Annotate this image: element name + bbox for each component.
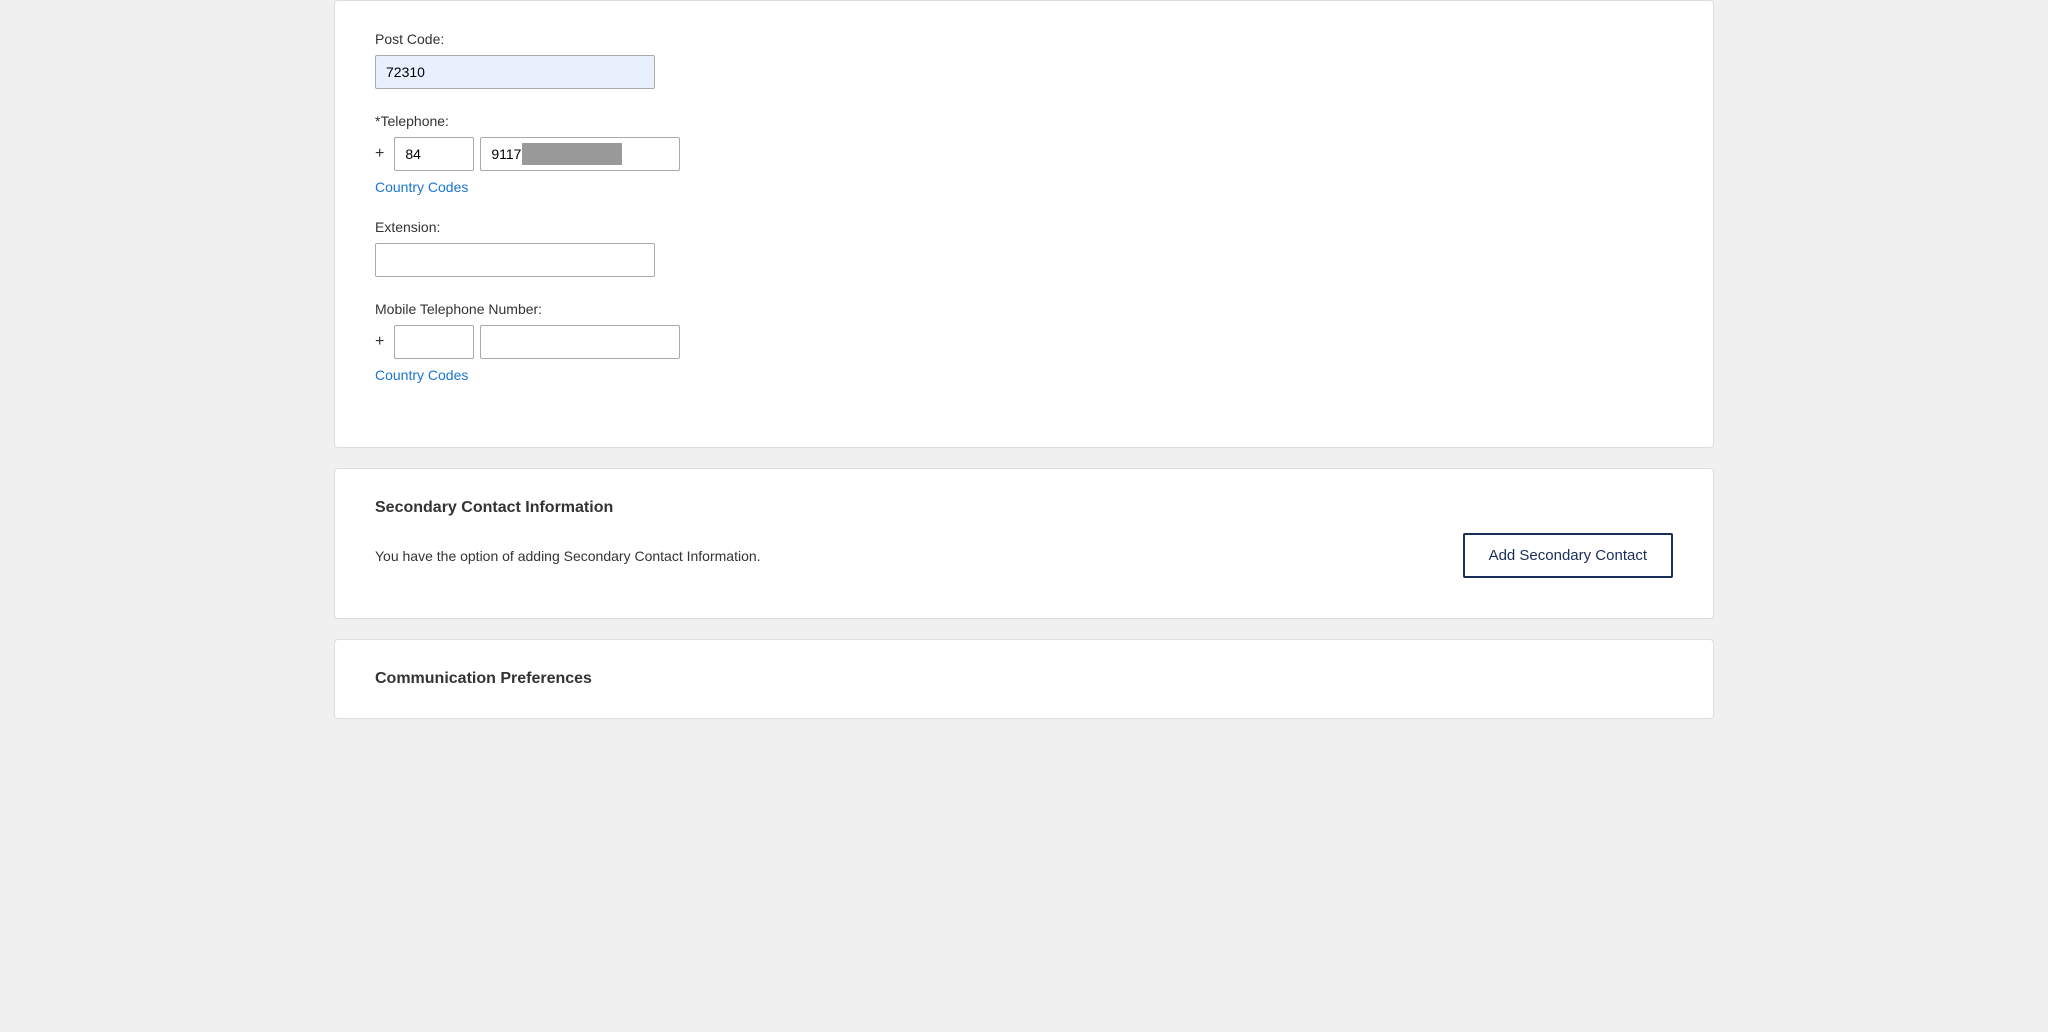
mobile-country-codes-link[interactable]: Country Codes — [375, 367, 468, 383]
telephone-group: *Telephone: + Country Codes — [375, 113, 1673, 195]
secondary-contact-description: You have the option of adding Secondary … — [375, 548, 761, 564]
postcode-input[interactable] — [375, 55, 655, 89]
communication-preferences-card: Communication Preferences — [334, 639, 1714, 719]
telephone-plus: + — [375, 145, 384, 163]
extension-group: Extension: — [375, 219, 1673, 277]
telephone-country-codes-link[interactable]: Country Codes — [375, 179, 468, 195]
secondary-contact-card: Secondary Contact Information You have t… — [334, 468, 1714, 619]
mobile-label: Mobile Telephone Number: — [375, 301, 1673, 317]
telephone-country-code-input[interactable] — [394, 137, 474, 171]
secondary-contact-title: Secondary Contact Information — [375, 499, 1673, 517]
primary-contact-card: Post Code: *Telephone: + Country Codes E… — [334, 0, 1714, 448]
extension-input[interactable] — [375, 243, 655, 277]
communication-preferences-title: Communication Preferences — [375, 670, 1673, 688]
secondary-contact-row: You have the option of adding Secondary … — [375, 533, 1673, 578]
mobile-number-input[interactable] — [480, 325, 680, 359]
postcode-label: Post Code: — [375, 31, 1673, 47]
extension-label: Extension: — [375, 219, 1673, 235]
postcode-group: Post Code: — [375, 31, 1673, 89]
telephone-label: *Telephone: — [375, 113, 1673, 129]
telephone-number-input[interactable] — [480, 137, 680, 171]
telephone-number-wrapper — [480, 137, 680, 171]
mobile-group: Mobile Telephone Number: + Country Codes — [375, 301, 1673, 383]
mobile-country-code-input[interactable] — [394, 325, 474, 359]
add-secondary-contact-button[interactable]: Add Secondary Contact — [1463, 533, 1673, 578]
mobile-plus: + — [375, 333, 384, 351]
mobile-row: + — [375, 325, 1673, 359]
telephone-row: + — [375, 137, 1673, 171]
